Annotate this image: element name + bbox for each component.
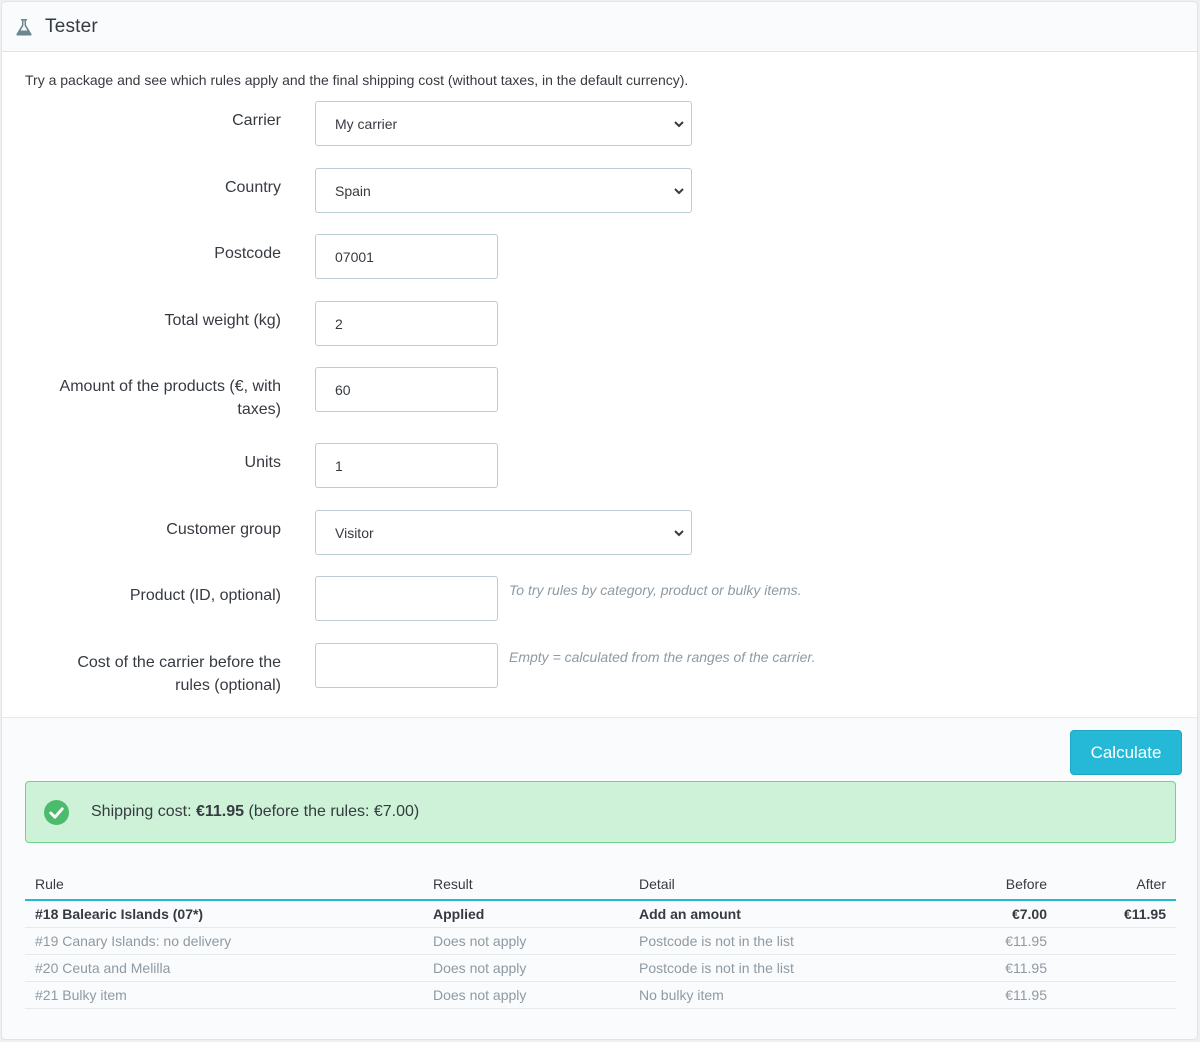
carrier-cost-input[interactable] [315, 643, 498, 688]
panel-title: Tester [45, 15, 98, 37]
before-cell: €11.95 [893, 927, 1057, 955]
intro-text: Try a package and see which rules apply … [25, 72, 689, 88]
result-alert: Shipping cost: €11.95 (before the rules:… [25, 781, 1176, 843]
group-label: Customer group [166, 521, 281, 538]
panel-header: Tester [2, 2, 1197, 52]
weight-input[interactable]: 2 [315, 301, 498, 346]
country-select-value: Spain [335, 182, 371, 199]
customer-group-select[interactable]: Visitor [315, 510, 692, 555]
postcode-label: Postcode [214, 245, 281, 262]
result-amount: €11.95 [195, 803, 245, 820]
rule-cell: #18 Balearic Islands (07*) [25, 900, 423, 928]
amount-label: Amount of the products (€, with taxes) [21, 375, 281, 421]
postcode-input[interactable]: 07001 [315, 234, 498, 279]
col-after: After [1057, 868, 1176, 901]
carrier-select[interactable]: My carrier [315, 101, 692, 146]
detail-cell: Postcode is not in the list [629, 927, 893, 955]
col-before: Before [893, 868, 1057, 901]
after-cell: €11.95 [1057, 900, 1176, 928]
amount-input[interactable]: 60 [315, 367, 498, 412]
col-rule: Rule [25, 868, 423, 901]
chevron-down-icon [674, 188, 684, 195]
customer-group-value: Visitor [335, 524, 374, 541]
cost-label-line2: rules (optional) [175, 677, 281, 694]
amount-label-line1: Amount of the products (€, with [59, 378, 281, 395]
calculate-button[interactable]: Calculate [1070, 730, 1182, 775]
rules-table: Rule Result Detail Before After #18 Bale… [25, 868, 1176, 1009]
check-circle-icon [44, 799, 69, 825]
result-cell: Does not apply [423, 927, 629, 955]
cost-label-line1: Cost of the carrier before the [77, 654, 281, 671]
after-cell [1057, 954, 1176, 982]
carrier-select-value: My carrier [335, 115, 398, 132]
table-row: #18 Balearic Islands (07*) Applied Add a… [25, 900, 1176, 928]
detail-cell: Postcode is not in the list [629, 954, 893, 982]
product-id-input[interactable] [315, 576, 498, 621]
result-cell: Applied [423, 900, 629, 928]
result-suffix: (before the rules: €7.00) [248, 803, 420, 820]
units-input[interactable]: 1 [315, 443, 498, 488]
product-help-text: To try rules by category, product or bul… [509, 582, 802, 598]
col-detail: Detail [629, 868, 893, 901]
rule-cell: #20 Ceuta and Melilla [25, 954, 423, 982]
chevron-down-icon [674, 530, 684, 537]
flask-icon [14, 16, 36, 38]
weight-label: Total weight (kg) [164, 312, 282, 329]
result-cell: Does not apply [423, 954, 629, 982]
table-row: #21 Bulky item Does not apply No bulky i… [25, 981, 1176, 1009]
table-row: #19 Canary Islands: no delivery Does not… [25, 927, 1176, 955]
cost-help-text: Empty = calculated from the ranges of th… [509, 649, 816, 665]
chevron-down-icon [674, 121, 684, 128]
rule-cell: #19 Canary Islands: no delivery [25, 927, 423, 955]
cost-label: Cost of the carrier before the rules (op… [21, 651, 281, 697]
before-cell: €11.95 [893, 981, 1057, 1009]
result-cell: Does not apply [423, 981, 629, 1009]
before-cell: €7.00 [893, 900, 1057, 928]
country-label: Country [224, 179, 281, 196]
rule-cell: #21 Bulky item [25, 981, 423, 1009]
tester-panel: Tester Try a package and see which rules… [1, 1, 1198, 1040]
after-cell [1057, 981, 1176, 1009]
units-label: Units [244, 454, 281, 471]
country-select[interactable]: Spain [315, 168, 692, 213]
after-cell [1057, 927, 1176, 955]
table-header-row: Rule Result Detail Before After [25, 868, 1176, 901]
product-label: Product (ID, optional) [129, 587, 281, 604]
amount-label-line2: taxes) [237, 401, 281, 418]
before-cell: €11.95 [893, 954, 1057, 982]
table-row: #20 Ceuta and Melilla Does not apply Pos… [25, 954, 1176, 982]
col-result: Result [423, 868, 629, 901]
carrier-label: Carrier [232, 112, 281, 129]
detail-cell: Add an amount [629, 900, 893, 928]
result-prefix: Shipping cost: [91, 803, 192, 820]
detail-cell: No bulky item [629, 981, 893, 1009]
